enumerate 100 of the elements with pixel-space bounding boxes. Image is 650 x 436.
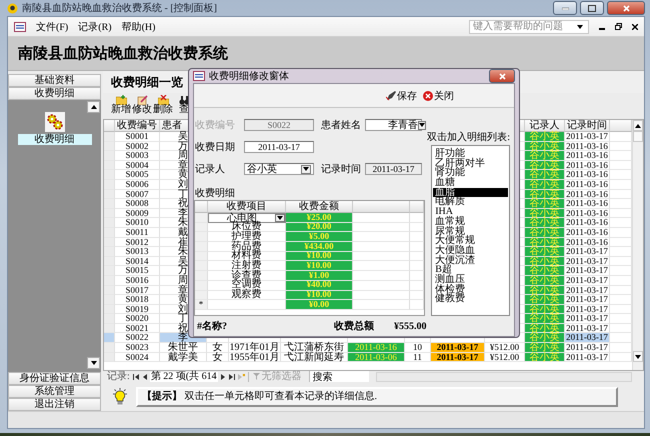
row-selector[interactable]: [104, 247, 115, 257]
list-item[interactable]: 血常规: [433, 216, 508, 226]
table-cell: ¥25.00: [286, 213, 353, 223]
next-record-icon[interactable]: [220, 374, 226, 380]
row-selector[interactable]: [104, 324, 115, 334]
table-cell: 2011-03-17: [431, 343, 485, 353]
list-item[interactable]: IHA: [433, 207, 508, 217]
list-item[interactable]: 大便沉渣: [433, 256, 508, 266]
table-cell: [610, 247, 632, 257]
row-selector[interactable]: [104, 228, 115, 238]
toolbar-button[interactable]: 删除: [153, 95, 173, 115]
row-selector[interactable]: [104, 218, 115, 228]
maximize-button[interactable]: [580, 1, 604, 15]
new-record-icon[interactable]: [238, 374, 245, 380]
minimize-button[interactable]: [553, 1, 577, 15]
table-cell: [610, 132, 632, 142]
up-arrow-icon: [635, 124, 641, 128]
close-icon: [622, 4, 630, 12]
row-selector[interactable]: [195, 290, 208, 300]
nav-section-button[interactable]: 收费明细: [8, 87, 101, 100]
row-selector[interactable]: [195, 222, 208, 232]
row-selector[interactable]: [104, 256, 115, 266]
row-selector[interactable]: [104, 190, 115, 200]
nav-item[interactable]: 收费明细: [18, 134, 92, 145]
row-selector[interactable]: [104, 286, 115, 296]
table-cell: 11: [405, 352, 431, 362]
toolbar-button[interactable]: 保存: [386, 88, 417, 102]
table-cell: [610, 190, 632, 200]
toolbar-button[interactable]: 修改: [132, 95, 152, 115]
column-header[interactable]: 记录时间: [565, 120, 610, 132]
column-header[interactable]: 收费编号: [115, 120, 160, 132]
row-selector[interactable]: [104, 352, 115, 362]
close-button[interactable]: [607, 1, 645, 15]
toolbar-button[interactable]: 新增: [111, 95, 131, 115]
scroll-up-button[interactable]: [633, 120, 643, 131]
horizontal-scrollbar[interactable]: [376, 372, 632, 382]
list-item[interactable]: 健教费: [433, 294, 508, 304]
scroll-down-button[interactable]: [87, 357, 100, 369]
nav-section-button[interactable]: 退出注销: [8, 398, 101, 411]
previous-record-icon[interactable]: [142, 374, 147, 380]
table-cell: [610, 286, 632, 296]
nav-section-button[interactable]: 系统管理: [8, 385, 101, 398]
combo-box[interactable]: 谷小英: [244, 163, 314, 175]
row-selector[interactable]: [195, 261, 208, 272]
row-selector[interactable]: [195, 213, 208, 223]
row-selector[interactable]: [104, 132, 115, 142]
list-item[interactable]: 尿常规: [433, 226, 508, 236]
row-selector[interactable]: [195, 232, 208, 242]
row-selector[interactable]: [104, 343, 115, 353]
new-row-marker: *: [195, 300, 208, 310]
row-selector[interactable]: [104, 304, 115, 314]
row-selector[interactable]: [104, 276, 115, 286]
menu-item[interactable]: 帮助(H): [122, 20, 156, 34]
row-selector[interactable]: [104, 170, 115, 180]
scroll-down-button[interactable]: [633, 351, 643, 362]
list-item[interactable]: 体检费: [433, 284, 508, 294]
pen-icon: [386, 90, 396, 100]
close-icon: [423, 90, 433, 100]
table-cell: ¥512.00: [485, 352, 525, 362]
scrollbar[interactable]: [632, 120, 643, 370]
column-header[interactable]: 收费项目: [208, 201, 286, 213]
help-search-field[interactable]: 键入需要帮助的问题: [469, 20, 589, 34]
row-selector[interactable]: [104, 180, 115, 190]
toolbar-button[interactable]: 关闭: [423, 88, 454, 102]
column-header[interactable]: 记录人: [525, 120, 565, 132]
row-selector[interactable]: [104, 238, 115, 248]
menu-item[interactable]: 记录(R): [78, 20, 112, 34]
nav-section-button[interactable]: 基础资料: [8, 74, 101, 87]
row-selector[interactable]: [195, 271, 208, 281]
list-item[interactable]: 测血压: [433, 274, 508, 285]
row-selector[interactable]: [195, 252, 208, 262]
row-selector[interactable]: [195, 242, 208, 252]
row-selector[interactable]: [104, 199, 115, 209]
input-field[interactable]: 2011-03-17: [365, 163, 422, 175]
list-item[interactable]: 肝功能: [433, 149, 508, 159]
scroll-up-button[interactable]: [87, 101, 100, 113]
first-record-icon[interactable]: [132, 374, 139, 380]
row-selector[interactable]: [104, 314, 115, 324]
search-field[interactable]: 搜索: [308, 371, 369, 382]
row-selector[interactable]: [104, 160, 115, 170]
nav-section-button[interactable]: 身份证验证信息: [8, 372, 101, 385]
list-item[interactable]: 大便常规: [433, 236, 508, 246]
row-selector[interactable]: [104, 208, 115, 218]
row-selector[interactable]: [104, 142, 115, 152]
row-selector[interactable]: [104, 266, 115, 276]
list-item[interactable]: 血糖: [433, 178, 508, 188]
last-record-icon[interactable]: [228, 374, 235, 380]
close-icon: [632, 24, 638, 30]
list-item[interactable]: 大便隐血: [433, 246, 508, 256]
row-selector[interactable]: [195, 280, 208, 290]
menu-item[interactable]: 文件(F): [36, 20, 68, 34]
row-selector[interactable]: [104, 151, 115, 161]
record-position-field[interactable]: 第 22 项(共 614: [150, 372, 218, 382]
row-selector[interactable]: [104, 333, 115, 344]
close-button[interactable]: [489, 69, 515, 83]
scroll-thumb[interactable]: [633, 131, 643, 142]
list-item[interactable]: B超: [433, 265, 508, 275]
input-field[interactable]: 2011-03-17: [244, 141, 314, 153]
list-item[interactable]: 乙肝两对半: [433, 158, 508, 168]
row-selector[interactable]: [104, 295, 115, 305]
